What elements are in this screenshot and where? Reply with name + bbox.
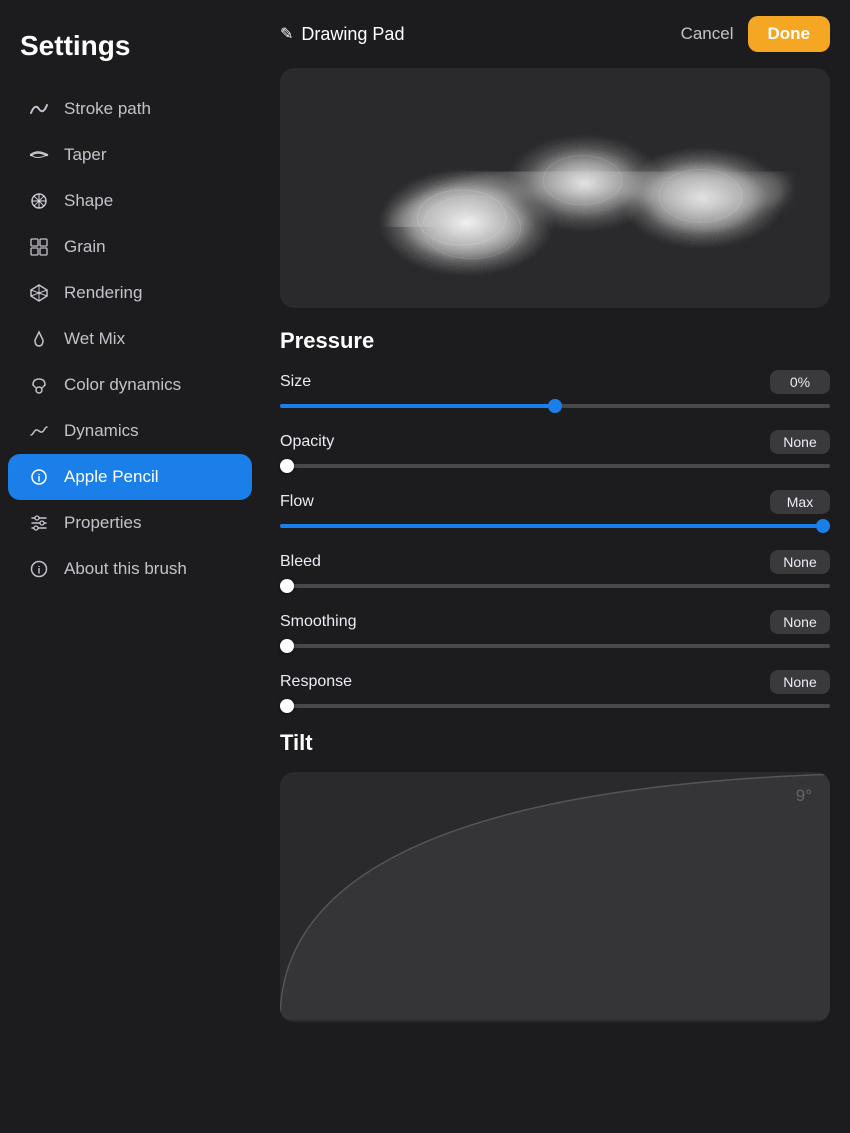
- main-content: ✎ Drawing Pad Cancel Done: [260, 0, 850, 1133]
- pressure-title: Pressure: [280, 328, 830, 354]
- tilt-section: Tilt 9°: [280, 730, 830, 1022]
- sidebar-item-dynamics[interactable]: Dynamics: [8, 408, 252, 454]
- grain-icon: [28, 237, 50, 257]
- sidebar: Settings Stroke path Taper: [0, 0, 260, 1133]
- properties-icon: [28, 513, 50, 533]
- flow-label: Flow: [280, 493, 314, 511]
- svg-text:i: i: [38, 566, 41, 577]
- tilt-box: 9°: [280, 772, 830, 1022]
- smoothing-thumb[interactable]: [280, 639, 294, 653]
- response-value: None: [770, 670, 830, 694]
- sidebar-item-about[interactable]: i About this brush: [8, 546, 252, 592]
- flow-value: Max: [770, 490, 830, 514]
- shape-icon: [28, 191, 50, 211]
- response-thumb[interactable]: [280, 699, 294, 713]
- response-track[interactable]: [280, 704, 830, 708]
- about-icon: i: [28, 559, 50, 579]
- header-actions: Cancel Done: [681, 16, 830, 52]
- bleed-thumb[interactable]: [280, 579, 294, 593]
- smoothing-value: None: [770, 610, 830, 634]
- sidebar-item-taper[interactable]: Taper: [8, 132, 252, 178]
- drawing-pad-icon: ✎: [280, 24, 293, 44]
- sidebar-label-grain: Grain: [64, 237, 106, 257]
- sidebar-item-properties[interactable]: Properties: [8, 500, 252, 546]
- settings-title: Settings: [0, 20, 260, 86]
- flow-slider-row: Flow Max: [280, 490, 830, 528]
- sidebar-label-properties: Properties: [64, 513, 141, 533]
- sidebar-label-apple-pencil: Apple Pencil: [64, 467, 159, 487]
- sidebar-item-rendering[interactable]: Rendering: [8, 270, 252, 316]
- sidebar-item-stroke-path[interactable]: Stroke path: [8, 86, 252, 132]
- header-title: Drawing Pad: [301, 24, 404, 45]
- color-dynamics-icon: [28, 375, 50, 395]
- tilt-title: Tilt: [280, 730, 830, 756]
- opacity-label: Opacity: [280, 433, 334, 451]
- bleed-track[interactable]: [280, 584, 830, 588]
- opacity-track[interactable]: [280, 464, 830, 468]
- size-slider-row: Size 0%: [280, 370, 830, 408]
- sidebar-label-color-dynamics: Color dynamics: [64, 375, 181, 395]
- bleed-slider-row: Bleed None: [280, 550, 830, 588]
- response-slider-row: Response None: [280, 670, 830, 708]
- svg-text:i: i: [38, 474, 41, 485]
- sidebar-item-shape[interactable]: Shape: [8, 178, 252, 224]
- rendering-icon: [28, 283, 50, 303]
- sidebar-label-rendering: Rendering: [64, 283, 142, 303]
- apple-pencil-icon: i: [28, 467, 50, 487]
- size-track[interactable]: [280, 404, 830, 408]
- sidebar-item-color-dynamics[interactable]: Color dynamics: [8, 362, 252, 408]
- sidebar-label-shape: Shape: [64, 191, 113, 211]
- size-thumb[interactable]: [548, 399, 562, 413]
- size-label: Size: [280, 373, 311, 391]
- bleed-value: None: [770, 550, 830, 574]
- flow-thumb[interactable]: [816, 519, 830, 533]
- sidebar-label-wet-mix: Wet Mix: [64, 329, 125, 349]
- smoothing-slider-row: Smoothing None: [280, 610, 830, 648]
- done-button[interactable]: Done: [748, 16, 831, 52]
- wet-mix-icon: [28, 329, 50, 349]
- opacity-thumb[interactable]: [280, 459, 294, 473]
- flow-fill: [280, 524, 830, 528]
- sidebar-item-wet-mix[interactable]: Wet Mix: [8, 316, 252, 362]
- sidebar-label-dynamics: Dynamics: [64, 421, 139, 441]
- bleed-label: Bleed: [280, 553, 321, 571]
- smoothing-label: Smoothing: [280, 613, 357, 631]
- flow-track[interactable]: [280, 524, 830, 528]
- sidebar-label-stroke-path: Stroke path: [64, 99, 151, 119]
- sidebar-item-apple-pencil[interactable]: i Apple Pencil: [8, 454, 252, 500]
- response-label: Response: [280, 673, 352, 691]
- stroke-path-icon: [28, 99, 50, 119]
- opacity-value: None: [770, 430, 830, 454]
- sidebar-label-taper: Taper: [64, 145, 107, 165]
- header-left: ✎ Drawing Pad: [280, 24, 404, 45]
- dynamics-icon: [28, 421, 50, 441]
- sidebar-label-about: About this brush: [64, 559, 187, 579]
- size-value: 0%: [770, 370, 830, 394]
- header: ✎ Drawing Pad Cancel Done: [260, 0, 850, 68]
- cancel-button[interactable]: Cancel: [681, 24, 734, 44]
- taper-icon: [28, 145, 50, 165]
- opacity-slider-row: Opacity None: [280, 430, 830, 468]
- sidebar-item-grain[interactable]: Grain: [8, 224, 252, 270]
- size-fill: [280, 404, 555, 408]
- brush-preview: [280, 68, 830, 308]
- scroll-content: Pressure Size 0% Opacity None: [260, 328, 850, 1133]
- smoothing-track[interactable]: [280, 644, 830, 648]
